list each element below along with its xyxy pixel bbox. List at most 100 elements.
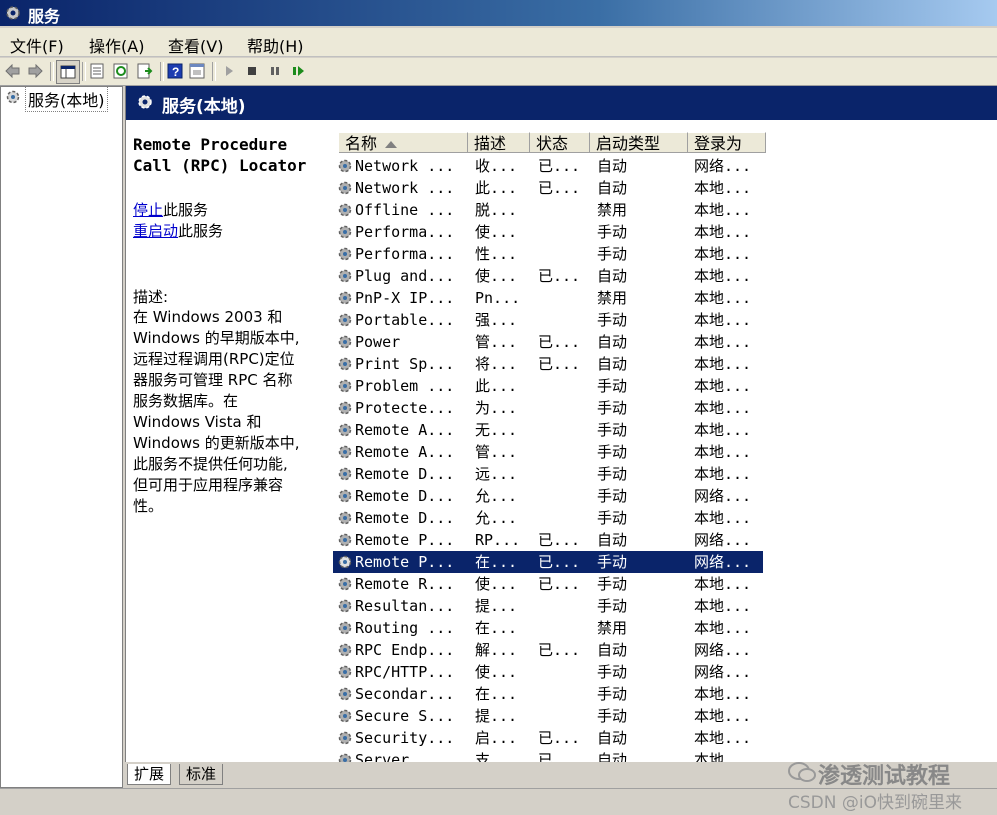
cell-description: 使...	[475, 223, 518, 241]
start-service-icon[interactable]	[220, 62, 238, 80]
table-row[interactable]: Secondar... 在... 手动 本地...	[333, 683, 763, 705]
table-row[interactable]: RPC Endp... 解... 已... 自动 网络...	[333, 639, 763, 661]
cell-description: 允...	[475, 487, 518, 505]
table-row[interactable]: Security... 启... 已... 自动 本地...	[333, 727, 763, 749]
stop-service-link[interactable]: 停止	[133, 201, 163, 219]
table-row[interactable]: Remote A... 无... 手动 本地...	[333, 419, 763, 441]
cell-startup-type: 手动	[597, 421, 628, 439]
cell-description: 脱...	[475, 201, 518, 219]
table-row[interactable]: Offline ... 脱... 禁用 本地...	[333, 199, 763, 221]
table-row[interactable]: Remote P... RP... 已... 自动 网络...	[333, 529, 763, 551]
cell-status: 已...	[538, 267, 581, 285]
table-row[interactable]: Remote D... 允... 手动 网络...	[333, 485, 763, 507]
table-row[interactable]: Network ... 此... 已... 自动 本地...	[333, 177, 763, 199]
table-row[interactable]: Protecte... 为... 手动 本地...	[333, 397, 763, 419]
svg-text:?: ?	[172, 65, 179, 79]
service-gear-icon	[337, 202, 353, 218]
cell-description: Pn...	[475, 289, 521, 307]
snapin-view-icon[interactable]	[188, 62, 206, 80]
tab-standard[interactable]: 标准	[179, 764, 224, 785]
properties-icon[interactable]	[88, 62, 106, 80]
column-header-description[interactable]: 描述	[468, 132, 530, 153]
cell-log-on-as: 网络...	[694, 157, 752, 175]
cell-description: 收...	[475, 157, 518, 175]
stop-service-icon[interactable]	[243, 62, 261, 80]
sort-ascending-icon	[385, 141, 398, 148]
table-row[interactable]: Routing ... 在... 禁用 本地...	[333, 617, 763, 639]
menu-file[interactable]: 文件(F)	[10, 33, 64, 57]
console-tree: 服务(本地)	[0, 86, 123, 788]
tree-item-label: 服务(本地)	[25, 86, 108, 112]
restart-service-icon[interactable]	[289, 62, 307, 80]
table-row[interactable]: Remote D... 远... 手动 本地...	[333, 463, 763, 485]
table-row[interactable]: Remote P... 在... 已... 手动 网络...	[333, 551, 763, 573]
tab-extended[interactable]: 扩展	[127, 764, 172, 785]
cell-description: 允...	[475, 509, 518, 527]
cell-name: Remote D...	[355, 509, 455, 527]
cell-log-on-as: 本地...	[694, 729, 752, 747]
service-gear-icon	[337, 620, 353, 636]
table-row[interactable]: Print Sp... 将... 已... 自动 本地...	[333, 353, 763, 375]
column-header-name[interactable]: 名称	[339, 132, 468, 153]
cell-status: 已...	[538, 553, 581, 571]
cell-name: Performa...	[355, 245, 455, 263]
services-gear-icon	[136, 93, 154, 115]
cell-log-on-as: 本地...	[694, 201, 752, 219]
cell-startup-type: 禁用	[597, 619, 628, 637]
cell-description: 为...	[475, 399, 518, 417]
restart-service-link[interactable]: 重启动	[133, 222, 178, 240]
cell-log-on-as: 网络...	[694, 531, 752, 549]
column-header-status[interactable]: 状态	[530, 132, 590, 153]
table-row[interactable]: Server 支... 已... 自动 本地...	[333, 749, 763, 762]
services-gear-icon	[4, 4, 22, 26]
cell-name: Server	[355, 751, 410, 762]
table-row[interactable]: Plug and... 使... 已... 自动 本地...	[333, 265, 763, 287]
table-row[interactable]: Secure S... 提... 手动 本地...	[333, 705, 763, 727]
table-row[interactable]: Network ... 收... 已... 自动 网络...	[333, 155, 763, 177]
service-gear-icon	[337, 268, 353, 284]
refresh-icon[interactable]	[112, 62, 130, 80]
column-header-log-on-as[interactable]: 登录为	[688, 132, 766, 153]
service-gear-icon	[337, 246, 353, 262]
cell-startup-type: 禁用	[597, 201, 628, 219]
cell-description: 使...	[475, 267, 518, 285]
cell-description: 管...	[475, 443, 518, 461]
menu-help[interactable]: 帮助(H)	[247, 33, 304, 57]
show-console-tree-icon[interactable]	[56, 60, 80, 84]
cell-log-on-as: 本地...	[694, 267, 752, 285]
table-row[interactable]: Portable... 强... 手动 本地...	[333, 309, 763, 331]
table-row[interactable]: PnP-X IP... Pn... 禁用 本地...	[333, 287, 763, 309]
table-row[interactable]: RPC/HTTP... 使... 手动 网络...	[333, 661, 763, 683]
forward-arrow-icon[interactable]	[26, 62, 44, 80]
back-arrow-icon[interactable]	[4, 62, 22, 80]
cell-log-on-as: 本地...	[694, 355, 752, 373]
tree-item-services-local[interactable]: 服务(本地)	[5, 86, 108, 112]
table-row[interactable]: Remote D... 允... 手动 本地...	[333, 507, 763, 529]
table-row[interactable]: Performa... 性... 手动 本地...	[333, 243, 763, 265]
cell-description: 使...	[475, 575, 518, 593]
description-label: 描述:	[133, 288, 169, 306]
column-header-startup-type[interactable]: 启动类型	[590, 132, 688, 153]
cell-log-on-as: 本地...	[694, 443, 752, 461]
cell-name: Protecte...	[355, 399, 455, 417]
export-list-icon[interactable]	[136, 62, 154, 80]
table-row[interactable]: Resultan... 提... 手动 本地...	[333, 595, 763, 617]
description-line: Windows Vista 和	[133, 413, 262, 431]
cell-name: Secondar...	[355, 685, 455, 703]
table-row[interactable]: Remote A... 管... 手动 本地...	[333, 441, 763, 463]
cell-log-on-as: 本地...	[694, 707, 752, 725]
cell-log-on-as: 本地...	[694, 333, 752, 351]
toolbar-separator	[50, 62, 54, 81]
table-row[interactable]: Power 管... 已... 自动 本地...	[333, 331, 763, 353]
menu-action[interactable]: 操作(A)	[89, 33, 144, 57]
table-row[interactable]: Problem ... 此... 手动 本地...	[333, 375, 763, 397]
menu-view[interactable]: 查看(V)	[168, 33, 223, 57]
cell-description: RP...	[475, 531, 521, 549]
cell-name: Remote A...	[355, 421, 455, 439]
cell-name: Network ...	[355, 179, 455, 197]
pause-service-icon[interactable]	[266, 62, 284, 80]
table-row[interactable]: Performa... 使... 手动 本地...	[333, 221, 763, 243]
help-icon[interactable]: ?	[166, 62, 184, 80]
cell-name: Remote D...	[355, 465, 455, 483]
table-row[interactable]: Remote R... 使... 已... 手动 本地...	[333, 573, 763, 595]
